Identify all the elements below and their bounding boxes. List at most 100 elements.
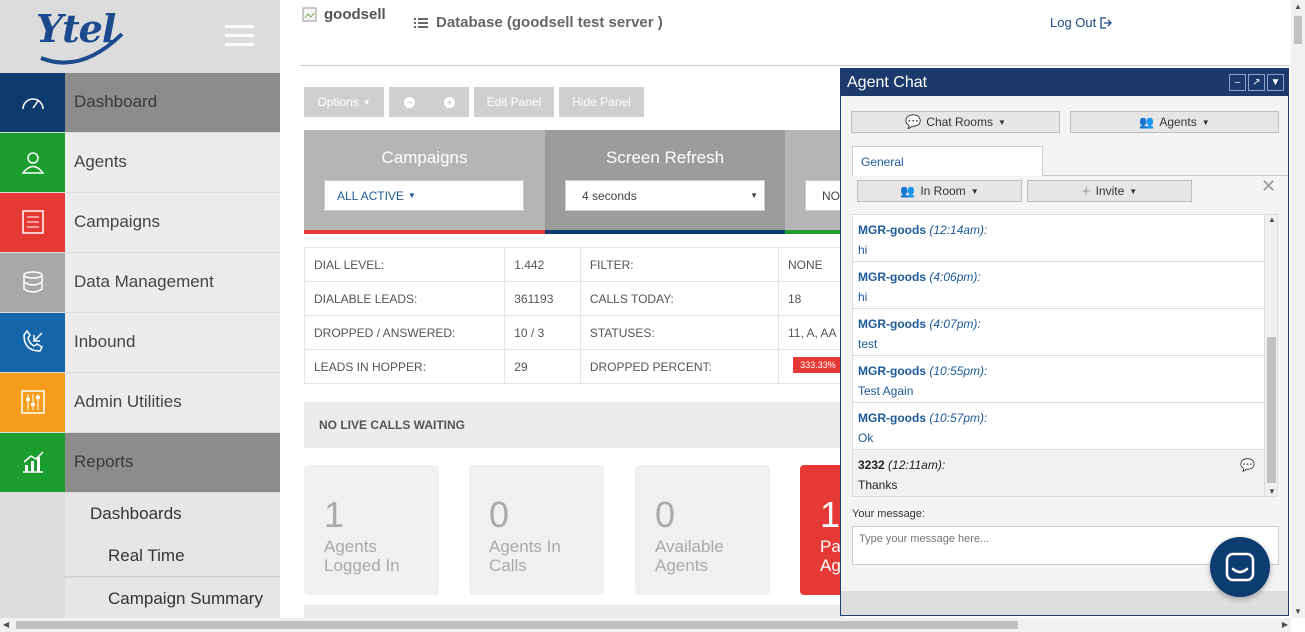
page-vertical-thumb[interactable] bbox=[1294, 16, 1302, 44]
screen-refresh-title: Screen Refresh bbox=[605, 148, 725, 167]
tab-divider bbox=[1042, 175, 1288, 176]
stat-value: 1.442 bbox=[504, 247, 581, 282]
sidebar-item-label: Reports bbox=[65, 432, 280, 492]
list-icon bbox=[0, 192, 65, 252]
sidebar-item-data-management[interactable]: Data Management bbox=[0, 252, 280, 312]
card-label: Available Agents bbox=[655, 537, 724, 575]
scroll-down-icon[interactable]: ▼ bbox=[1294, 607, 1302, 616]
scroll-down-icon[interactable]: ▼ bbox=[1268, 487, 1276, 496]
scroll-right-icon[interactable]: ▶ bbox=[1282, 620, 1288, 629]
sidebar-item-admin-utilities[interactable]: Admin Utilities bbox=[0, 372, 280, 432]
sidebar: Ytel Dashboard Agents Campaigns Data Man… bbox=[0, 0, 280, 618]
third-panel-select[interactable]: NO bbox=[805, 180, 841, 211]
scroll-up-icon[interactable]: ▲ bbox=[1294, 2, 1302, 11]
card-number: 0 bbox=[489, 494, 510, 535]
chevron-down-icon[interactable]: ▼ bbox=[1267, 74, 1284, 91]
stat-label: DROPPED / ANSWERED: bbox=[303, 315, 506, 350]
page-horizontal-thumb[interactable] bbox=[16, 621, 1018, 629]
in-room-label: In Room bbox=[920, 184, 966, 198]
chat-smile-icon bbox=[1225, 552, 1255, 582]
chat-message: MGR-goods (10:57pm): Ok bbox=[853, 403, 1265, 450]
dropped-percent-badge: 333.33% bbox=[793, 357, 843, 373]
no-live-calls-banner: NO LIVE CALLS WAITING bbox=[304, 402, 844, 448]
card-number: 0 bbox=[655, 494, 676, 535]
campaigns-panel: Campaigns ALL ACTIVE ▼ bbox=[304, 130, 545, 234]
minimize-icon[interactable]: – bbox=[1229, 74, 1246, 91]
message-time: (10:57pm): bbox=[929, 411, 988, 425]
sidebar-item-campaigns[interactable]: Campaigns bbox=[0, 192, 280, 252]
agents-logged-in-card: 1 Agents Logged In bbox=[304, 465, 439, 595]
tab-general[interactable]: General bbox=[852, 146, 1043, 176]
broken-image-icon bbox=[302, 7, 317, 21]
agents-label: Agents bbox=[1159, 115, 1197, 129]
screen-refresh-select[interactable]: 4 seconds ▼ bbox=[565, 180, 765, 211]
users-icon: 👥 bbox=[900, 184, 916, 198]
stat-value: 361193 bbox=[504, 281, 581, 316]
stat-label: DIALABLE LEADS: bbox=[303, 281, 506, 316]
message-author: 3232 bbox=[858, 458, 885, 472]
in-room-button[interactable]: 👥 In Room ▼ bbox=[857, 180, 1022, 202]
caret-down-icon: ▼ bbox=[970, 186, 979, 196]
screen-refresh-value: 4 seconds bbox=[582, 188, 637, 203]
database-title: Database (goodsell test server ) bbox=[414, 14, 663, 31]
caret-down-icon: ▼ bbox=[750, 191, 758, 200]
chat-title: Agent Chat bbox=[847, 74, 928, 91]
chat-rooms-button[interactable]: 💬 Chat Rooms ▼ bbox=[851, 111, 1060, 133]
message-text: Test Again bbox=[858, 384, 914, 398]
hamburger-menu-icon[interactable] bbox=[225, 25, 254, 47]
stat-label: DIAL LEVEL: bbox=[303, 247, 506, 282]
popout-icon[interactable]: ↗ bbox=[1248, 74, 1265, 91]
table-row: DIAL LEVEL: 1.442 FILTER: NONE bbox=[303, 247, 844, 282]
chat-rooms-label: Chat Rooms bbox=[926, 115, 993, 129]
chat-footer bbox=[841, 591, 1288, 615]
close-icon[interactable]: ✕ bbox=[1261, 176, 1276, 197]
messenger-launcher-button[interactable] bbox=[1210, 537, 1270, 597]
caret-down-icon: ▼ bbox=[407, 191, 416, 200]
message-text: Ok bbox=[858, 431, 874, 445]
message-text: Thanks bbox=[858, 478, 898, 492]
campaigns-dropdown[interactable]: ALL ACTIVE ▼ bbox=[324, 180, 524, 211]
minus-circle-icon[interactable] bbox=[403, 96, 415, 108]
chat-message: MGR-goods (4:07pm): test bbox=[853, 309, 1265, 356]
hide-panel-button[interactable]: Hide Panel bbox=[559, 87, 644, 117]
message-time: (4:06pm): bbox=[929, 270, 981, 284]
options-button[interactable]: Options ▼ bbox=[304, 87, 384, 117]
agents-button[interactable]: 👥 Agents ▼ bbox=[1070, 111, 1279, 133]
stat-label: DROPPED PERCENT: bbox=[579, 349, 780, 384]
logout-link[interactable]: Log Out bbox=[1050, 15, 1113, 30]
chat-message-own: 3232 (12:11am): Thanks 💬 bbox=[853, 450, 1265, 496]
chat-bubbles-icon: 💬 bbox=[905, 114, 922, 129]
messages-scroll-thumb[interactable] bbox=[1267, 337, 1276, 483]
sidebar-sub-dashboards[interactable]: Dashboards bbox=[65, 493, 280, 535]
scroll-left-icon[interactable]: ◀ bbox=[3, 620, 9, 629]
sidebar-item-label: Dashboard bbox=[65, 72, 280, 132]
page-horizontal-scrollbar[interactable]: ◀ ▶ bbox=[0, 618, 1291, 632]
message-author: MGR-goods bbox=[858, 270, 926, 284]
message-author: MGR-goods bbox=[858, 317, 926, 331]
stat-value-cell: 333.33% bbox=[778, 349, 844, 384]
campaigns-panel-title: Campaigns bbox=[381, 148, 468, 167]
sidebar-item-reports[interactable]: Reports bbox=[0, 432, 280, 492]
sidebar-item-dashboard[interactable]: Dashboard bbox=[0, 72, 280, 132]
messages-scrollbar[interactable]: ▲ ▼ bbox=[1264, 215, 1277, 496]
ytel-logo[interactable]: Ytel bbox=[36, 6, 116, 51]
sidebar-sub-real-time[interactable]: Real Time bbox=[65, 535, 280, 577]
user-icon bbox=[0, 132, 65, 192]
plus-circle-icon[interactable] bbox=[443, 96, 455, 108]
chat-titlebar: Agent Chat bbox=[841, 69, 1288, 96]
sidebar-sub-campaign-summary[interactable]: Campaign Summary bbox=[65, 578, 280, 618]
options-label: Options bbox=[317, 95, 359, 109]
table-row: LEADS IN HOPPER: 29 DROPPED PERCENT: 333… bbox=[303, 349, 844, 384]
invite-button[interactable]: + Invite ▼ bbox=[1027, 180, 1192, 202]
edit-panel-button[interactable]: Edit Panel bbox=[474, 87, 554, 117]
sidebar-item-agents[interactable]: Agents bbox=[0, 132, 280, 192]
bottom-panel-strip bbox=[304, 605, 844, 618]
message-author: MGR-goods bbox=[858, 223, 926, 237]
page-vertical-scrollbar[interactable]: ▲ ▼ bbox=[1291, 0, 1305, 618]
scroll-up-icon[interactable]: ▲ bbox=[1268, 215, 1276, 224]
sidebar-item-label: Inbound bbox=[65, 312, 280, 372]
sidebar-item-inbound[interactable]: Inbound bbox=[0, 312, 280, 372]
message-author: MGR-goods bbox=[858, 411, 926, 425]
logout-label: Log Out bbox=[1050, 15, 1097, 30]
brand-name: goodsell bbox=[324, 6, 386, 23]
